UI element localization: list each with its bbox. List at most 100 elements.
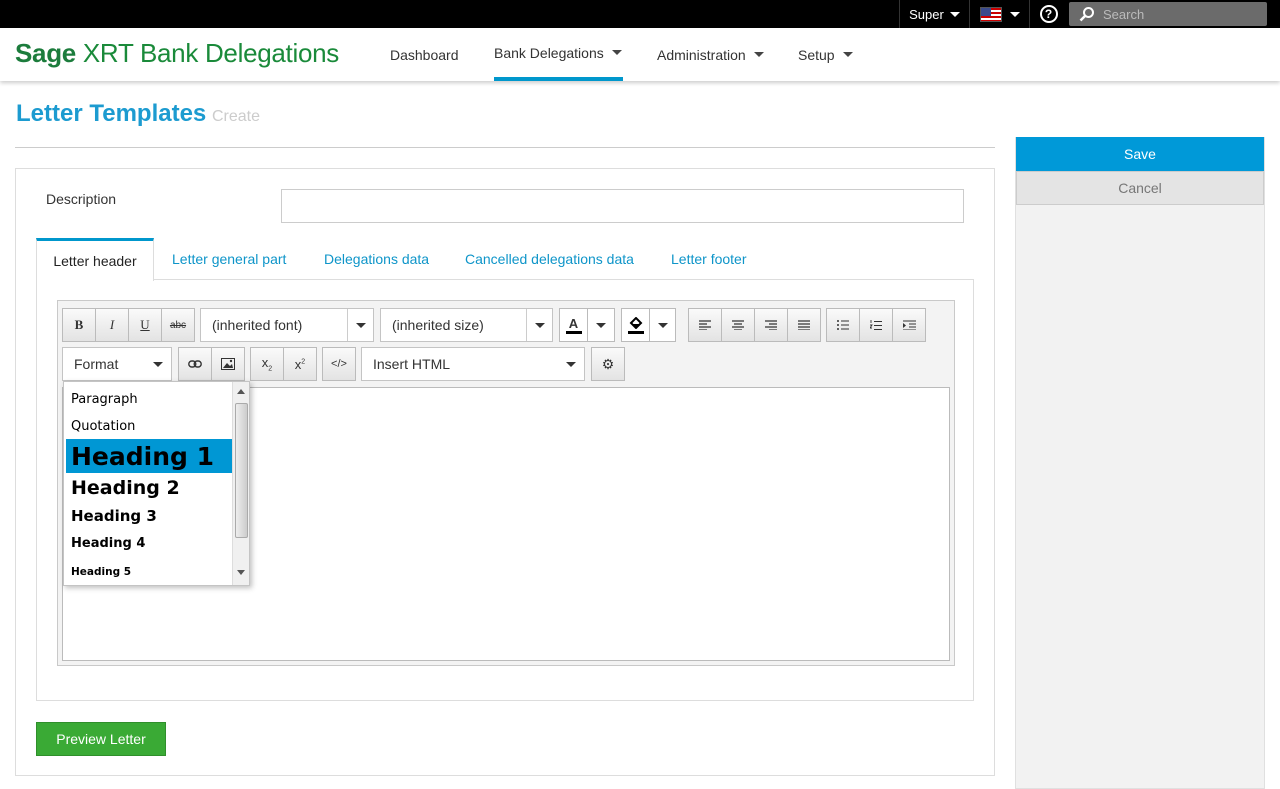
nav-label: Dashboard (390, 46, 459, 63)
text-color-button[interactable]: A (559, 308, 588, 342)
brand-logo[interactable]: Sage XRT Bank Delegations (15, 38, 339, 69)
tab-letter-general-part[interactable]: Letter general part (172, 238, 286, 280)
align-left-button[interactable] (688, 308, 722, 342)
font-family-select[interactable]: (inherited font) (200, 308, 374, 342)
superscript-icon: x2 (294, 356, 306, 372)
justify-button[interactable] (787, 308, 821, 342)
color-swatch (627, 330, 644, 334)
view-html-button[interactable]: </> (322, 347, 356, 381)
nav-setup[interactable]: Setup (798, 28, 853, 81)
dropdown-scrollbar[interactable] (232, 382, 249, 585)
text-color-icon: A (568, 315, 579, 331)
help-icon: ? (1039, 5, 1058, 23)
format-option-quotation[interactable]: Quotation (66, 417, 232, 435)
save-button[interactable]: Save (1016, 137, 1264, 171)
background-color-dropdown[interactable] (649, 308, 676, 342)
subscript-button[interactable]: x2 (250, 347, 284, 381)
nav-bank-delegations[interactable]: Bank Delegations (494, 28, 623, 81)
indent-icon (902, 320, 916, 330)
insert-html-select[interactable]: Insert HTML (361, 347, 585, 381)
subscript-icon: x2 (261, 355, 273, 373)
text-color-dropdown[interactable] (587, 308, 615, 342)
search-box (1069, 2, 1267, 26)
chevron-down-icon (596, 322, 606, 328)
chevron-down-icon (1009, 11, 1020, 17)
bold-icon: B (74, 317, 84, 332)
bold-button[interactable]: B (62, 308, 96, 342)
scrollbar-thumb[interactable] (235, 403, 248, 538)
indent-button[interactable] (892, 308, 926, 342)
align-right-button[interactable] (754, 308, 788, 342)
font-size-select[interactable]: (inherited size) (380, 308, 553, 342)
us-flag-icon (979, 6, 1002, 22)
align-center-button[interactable] (721, 308, 755, 342)
format-dropdown-menu: Paragraph Quotation Heading 1 Heading 2 … (63, 381, 250, 586)
nav-label: Setup (798, 46, 835, 63)
numbered-list-button[interactable] (859, 308, 893, 342)
align-left-icon (699, 320, 711, 330)
bullet-list-button[interactable] (826, 308, 860, 342)
chevron-down-icon (558, 348, 584, 380)
align-right-icon (765, 320, 777, 330)
chevron-down-icon (842, 52, 853, 57)
chevron-down-icon (145, 348, 171, 380)
page-title: Letter Templates (16, 100, 207, 127)
color-swatch (565, 330, 582, 334)
superscript-button[interactable]: x2 (283, 347, 317, 381)
nav-label: Bank Delegations (494, 44, 604, 61)
font-size-value: (inherited size) (392, 317, 484, 333)
underline-button[interactable]: U (128, 308, 162, 342)
strikethrough-button[interactable]: abc (161, 308, 195, 342)
brand-name: XRT Bank Delegations (82, 38, 339, 68)
paint-bucket-icon (629, 316, 642, 329)
format-option-heading-2[interactable]: Heading 2 (66, 476, 232, 500)
tab-cancelled-delegations-data[interactable]: Cancelled delegations data (465, 238, 634, 280)
italic-button[interactable]: I (95, 308, 129, 342)
search-input[interactable] (1103, 6, 1253, 22)
tab-letter-header[interactable]: Letter header (36, 238, 154, 281)
chevron-down-icon (657, 322, 668, 328)
tab-letter-footer[interactable]: Letter footer (671, 238, 747, 280)
chevron-down-icon (611, 50, 622, 55)
user-name: Super (909, 6, 944, 22)
description-label: Description (46, 191, 117, 207)
align-center-icon (732, 320, 744, 330)
format-option-heading-4[interactable]: Heading 4 (66, 534, 232, 552)
settings-button[interactable]: ⚙ (591, 347, 625, 381)
strikethrough-icon: abc (169, 319, 187, 331)
divider (15, 147, 995, 148)
format-value: Format (74, 356, 119, 372)
user-menu[interactable]: Super (899, 0, 969, 28)
tab-delegations-data[interactable]: Delegations data (324, 238, 429, 280)
format-select[interactable]: Format (62, 347, 172, 381)
scroll-down-icon[interactable] (237, 570, 245, 575)
image-icon (221, 358, 235, 370)
description-input[interactable] (281, 189, 964, 223)
underline-icon: U (140, 317, 150, 332)
preview-letter-button[interactable]: Preview Letter (36, 722, 166, 756)
code-icon: </> (331, 358, 347, 370)
language-menu[interactable] (969, 0, 1029, 28)
insert-link-button[interactable] (178, 347, 212, 381)
chevron-down-icon (949, 11, 960, 17)
help-button[interactable]: ? (1029, 0, 1067, 28)
background-color-button[interactable] (621, 308, 650, 342)
main-nav: Sage XRT Bank Delegations Dashboard Bank… (0, 28, 1280, 81)
bullet-list-icon (837, 320, 849, 330)
chevron-down-icon (753, 52, 764, 57)
italic-icon: I (109, 317, 115, 332)
format-option-heading-1[interactable]: Heading 1 (66, 439, 232, 473)
cancel-button[interactable]: Cancel (1016, 171, 1264, 205)
gear-icon: ⚙ (601, 355, 615, 372)
format-option-heading-5[interactable]: Heading 5 (66, 564, 232, 580)
insert-image-button[interactable] (211, 347, 245, 381)
brand-bold: Sage (15, 38, 76, 68)
nav-administration[interactable]: Administration (657, 28, 764, 81)
side-panel (1015, 137, 1265, 789)
scroll-up-icon[interactable] (237, 389, 245, 394)
nav-dashboard[interactable]: Dashboard (390, 28, 459, 81)
search-icon (1079, 7, 1094, 22)
format-option-heading-3[interactable]: Heading 3 (66, 506, 232, 526)
chevron-down-icon (347, 309, 373, 341)
format-option-paragraph[interactable]: Paragraph (66, 390, 232, 408)
